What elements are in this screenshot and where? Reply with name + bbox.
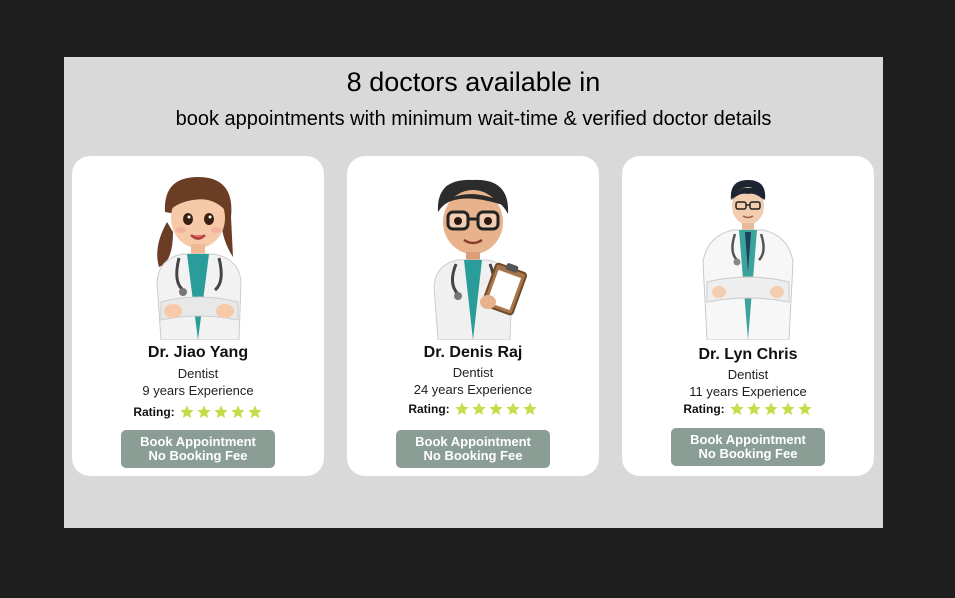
- doctor-specialty: Dentist: [452, 365, 494, 380]
- star-icon: [213, 405, 228, 418]
- star-icon: [729, 402, 744, 415]
- star-icon: [505, 402, 520, 415]
- star-icon: [247, 405, 262, 418]
- star-icon: [780, 402, 795, 415]
- doctor-specialty: Dentist: [727, 367, 769, 382]
- button-label: Book Appointment: [415, 434, 531, 449]
- star-icon: [454, 402, 469, 415]
- star-icon: [797, 402, 812, 415]
- doctor-specialty: Dentist: [177, 366, 219, 381]
- star-icon: [179, 405, 194, 418]
- star-icon: [488, 402, 503, 415]
- button-sublabel: No Booking Fee: [423, 448, 523, 463]
- rating-row: Rating:: [622, 401, 874, 417]
- page-title: 8 doctors available in: [346, 67, 601, 97]
- button-sublabel: No Booking Fee: [698, 446, 798, 461]
- rating-stars: [454, 401, 538, 417]
- star-icon: [522, 402, 537, 415]
- star-icon: [196, 405, 211, 418]
- button-label: Book Appointment: [140, 434, 256, 449]
- book-appointment-button[interactable]: Book Appointment No Booking Fee: [121, 430, 275, 468]
- book-appointment-button[interactable]: Book Appointment No Booking Fee: [396, 430, 550, 468]
- male-doctor-clipboard-avatar: [433, 179, 528, 340]
- female-doctor-avatar: [156, 177, 242, 340]
- male-doctor-avatar: [702, 180, 794, 340]
- rating-row: Rating:: [72, 404, 324, 420]
- doctor-name: Dr. Denis Raj: [423, 344, 523, 361]
- doctor-name: Dr. Lyn Chris: [698, 346, 798, 363]
- doctor-experience: 24 years Experience: [413, 382, 533, 397]
- rating-label: Rating:: [683, 402, 725, 416]
- star-icon: [230, 405, 245, 418]
- page-subtitle: book appointments with minimum wait-time…: [175, 108, 772, 130]
- doctor-experience: 11 years Experience: [689, 384, 807, 399]
- rating-label: Rating:: [408, 402, 450, 416]
- doctor-card: Dr. Lyn Chris Dentist 11 years Experienc…: [622, 156, 874, 476]
- star-icon: [471, 402, 486, 415]
- doctor-name: Dr. Jiao Yang: [147, 344, 249, 361]
- rating-row: Rating:: [347, 401, 599, 417]
- rating-stars: [179, 404, 263, 420]
- book-appointment-button[interactable]: Book Appointment No Booking Fee: [671, 428, 825, 466]
- button-sublabel: No Booking Fee: [148, 448, 248, 463]
- rating-stars: [729, 401, 813, 417]
- doctor-experience: 9 years Experience: [142, 383, 254, 398]
- star-icon: [763, 402, 778, 415]
- button-label: Book Appointment: [690, 432, 806, 447]
- doctor-card: Dr. Jiao Yang Dentist 9 years Experience…: [72, 156, 324, 476]
- star-icon: [746, 402, 761, 415]
- doctors-panel: 8 doctors available in book appointments…: [64, 57, 883, 528]
- doctor-card: Dr. Denis Raj Dentist 24 years Experienc…: [347, 156, 599, 476]
- rating-label: Rating:: [133, 405, 175, 419]
